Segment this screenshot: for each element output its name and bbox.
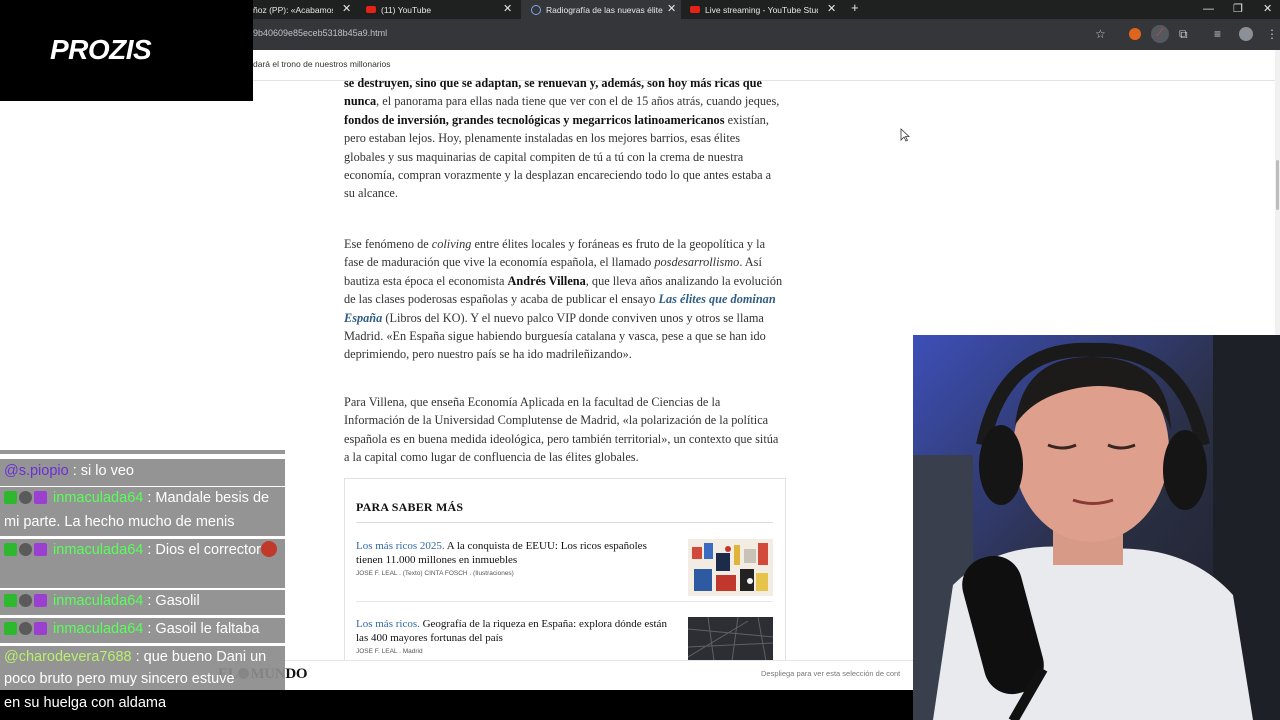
webcam-feed	[913, 335, 1280, 720]
tab-3-close-icon[interactable]: ✕	[667, 3, 676, 15]
member-badge-icon	[19, 622, 32, 635]
related-item-2[interactable]: Los más ricos. Geografía de la riqueza e…	[356, 618, 676, 645]
sub-badge-icon	[34, 594, 47, 607]
chat-text: : si lo veo	[68, 463, 134, 479]
p2-bold-author: Andrés Villena	[507, 273, 586, 288]
chat-user: @s.piopio	[4, 463, 69, 479]
chat-user: inmaculada64	[53, 621, 144, 637]
chat-message: inmaculada64 : Mandale besis de mi parte…	[0, 487, 285, 536]
tab-1[interactable]: ñoz (PP): «Acabamos d	[253, 0, 333, 19]
related-1-byline: JOSE F. LEAL . (Texto) CINTA FOSCH . (Il…	[356, 570, 514, 577]
media-icon[interactable]: ≡	[1214, 26, 1221, 42]
p2-italic-1: coliving	[431, 237, 472, 251]
verified-badge-icon	[4, 622, 17, 635]
verified-badge-icon	[4, 491, 17, 504]
streamer-video	[913, 335, 1280, 720]
tab-3-label: Radiografía de las nuevas élite	[546, 4, 663, 15]
minimize-button[interactable]: —	[1203, 3, 1214, 15]
tab-2[interactable]: (11) YouTube	[366, 0, 486, 19]
star-icon[interactable]: ☆	[1095, 26, 1106, 42]
close-window-button[interactable]: ✕	[1263, 3, 1272, 15]
tab-1-label: ñoz (PP): «Acabamos d	[253, 4, 333, 15]
member-badge-icon	[19, 491, 32, 504]
tab-2-close-icon[interactable]: ✕	[503, 3, 512, 15]
tab-1-close-icon[interactable]: ✕	[342, 3, 351, 15]
extension-orange-icon[interactable]	[1129, 28, 1141, 40]
chat-message: inmaculada64 : Dios el corrector	[0, 539, 285, 588]
new-tab-button[interactable]: +	[851, 1, 859, 14]
verified-badge-icon	[4, 594, 17, 607]
tab-3-active[interactable]: Radiografía de las nuevas élite	[521, 0, 681, 19]
chat-text: : Gasolil	[143, 593, 200, 609]
tab-2-label: (11) YouTube	[381, 4, 432, 15]
caption-text: en su huelga con aldama	[4, 695, 167, 711]
article-paragraph-2: Ese fenómeno de coliving entre élites lo…	[344, 235, 784, 364]
tab-4-close-icon[interactable]: ✕	[827, 3, 836, 15]
chat-message: @s.piopio : si lo veo	[0, 459, 285, 486]
chat-message: @charodevera7688 : que bueno Dani un poc…	[0, 646, 285, 690]
related-2-kicker: Los más ricos.	[356, 618, 420, 630]
p2-italic-2: posdesarrollismo	[654, 255, 740, 270]
chat-message: inmaculada64 : Gasoil le faltaba	[0, 618, 285, 643]
restore-button[interactable]: ❐	[1233, 3, 1243, 15]
sub-badge-icon	[34, 491, 47, 504]
divider	[356, 601, 773, 602]
p1-bold-2: fondos de inversión, grandes tecnológica…	[344, 112, 725, 127]
related-title: PARA SABER MÁS	[356, 500, 464, 514]
angry-emoji-icon	[260, 541, 277, 557]
youtube-icon	[366, 6, 376, 13]
p2-text-5: (Libros del KO). Y el nuevo palco VIP do…	[344, 310, 766, 362]
menu-icon[interactable]: ⋮	[1266, 26, 1278, 42]
divider	[356, 522, 773, 523]
member-badge-icon	[19, 594, 32, 607]
chat-user: inmaculada64	[53, 542, 144, 558]
p1-text-1: , el panorama para ellas nada tiene que …	[376, 94, 780, 109]
scrollbar-thumb[interactable]	[1276, 160, 1279, 210]
brand-logo: PROZIS	[50, 34, 152, 65]
map-image	[688, 617, 773, 661]
p2-text-1: Ese fenómeno de	[344, 237, 432, 251]
mouse-cursor-icon	[900, 128, 910, 142]
expand-hint[interactable]: Despliega para ver esta selección de con…	[761, 669, 900, 678]
brand-overlay: PROZIS	[0, 0, 253, 101]
puzzle-icon[interactable]: ⧉	[1179, 26, 1188, 42]
related-2-thumbnail[interactable]	[688, 617, 773, 661]
url-field[interactable]: 9b40609e85eceb5318b45a9.html	[253, 28, 387, 38]
live-caption: en su huelga con aldama	[0, 692, 913, 718]
chat-user: inmaculada64	[53, 593, 144, 609]
page-header-title: dará el trono de nuestros millonarios	[253, 59, 391, 69]
tab-4[interactable]: Live streaming - YouTube Studi	[690, 0, 818, 19]
chat-text: : Gasoil le faltaba	[143, 621, 260, 637]
related-2-byline: JOSE F. LEAL . Madrid	[356, 648, 423, 655]
sub-badge-icon	[34, 543, 47, 556]
verified-badge-icon	[4, 543, 17, 556]
youtube-icon	[690, 6, 700, 13]
chat-user: @charodevera7688	[4, 649, 132, 665]
chat-top-edge	[0, 450, 285, 454]
article-paragraph-1: se destruyen, sino que se adaptan, se re…	[344, 74, 784, 203]
sub-badge-icon	[34, 622, 47, 635]
member-badge-icon	[19, 543, 32, 556]
chat-text: : Dios el corrector	[143, 542, 261, 558]
related-1-kicker: Los más ricos 2025.	[356, 540, 445, 552]
illustration-image	[692, 543, 768, 591]
chat-message: inmaculada64 : Gasolil	[0, 590, 285, 615]
globe-icon	[531, 4, 541, 15]
related-1-thumbnail[interactable]	[688, 539, 773, 596]
tab-4-label: Live streaming - YouTube Studi	[705, 4, 818, 15]
extension-red-icon[interactable]: ⟋	[1151, 25, 1169, 43]
related-item-1[interactable]: Los más ricos 2025. A la conquista de EE…	[356, 540, 676, 567]
article-paragraph-3: Para Villena, que enseña Economía Aplica…	[344, 395, 779, 465]
profile-icon[interactable]	[1239, 27, 1253, 41]
chat-user: inmaculada64	[53, 490, 144, 506]
